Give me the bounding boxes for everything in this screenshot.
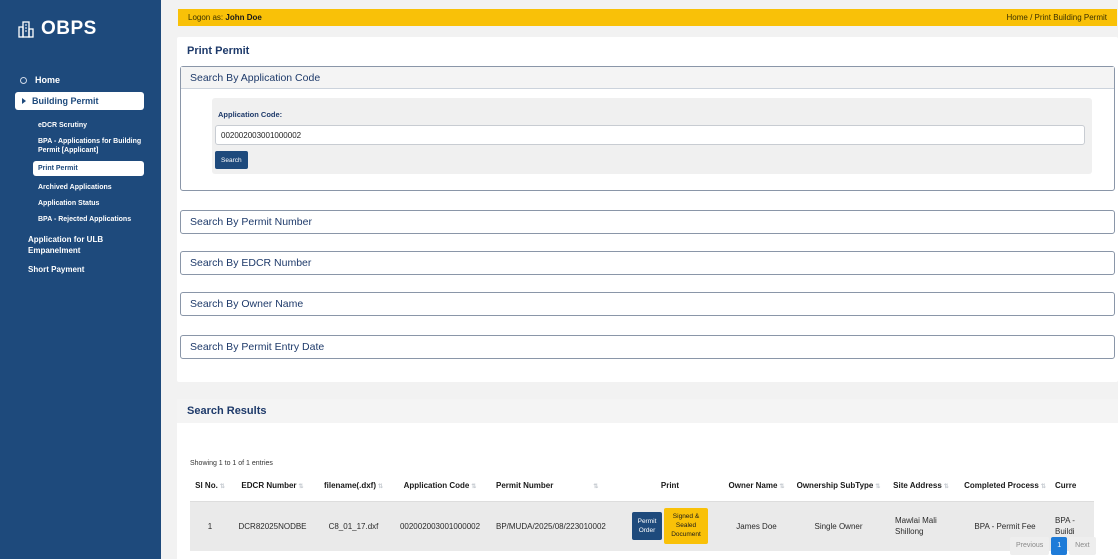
section-header-application-code[interactable]: Search By Application Code bbox=[181, 67, 1114, 89]
table-row: 1 DCR82025NODBE C8_01_17.dxf 00200200300… bbox=[190, 501, 1094, 551]
sort-icon: ⇅ bbox=[219, 484, 225, 491]
cell-owner-name: James Doe bbox=[723, 501, 790, 551]
logon-prefix: Logon as: bbox=[188, 13, 224, 22]
section-owner-name[interactable]: Search By Owner Name bbox=[180, 292, 1115, 316]
col-application-code[interactable]: Application Code ⇅ bbox=[392, 471, 488, 502]
submenu-item-archived[interactable]: Archived Applications bbox=[38, 183, 161, 192]
cell-filename: C8_01_17.dxf bbox=[315, 501, 392, 551]
next-page-button[interactable]: Next bbox=[1069, 537, 1096, 555]
section-header-permit-entry-date[interactable]: Search By Permit Entry Date bbox=[181, 336, 1114, 358]
submenu-item-print-permit[interactable]: Print Permit bbox=[33, 161, 144, 176]
cell-application-code: 002002003001000002 bbox=[392, 501, 488, 551]
col-owner-name[interactable]: Owner Name ⇅ bbox=[723, 471, 790, 502]
brand-name: OBPS bbox=[41, 18, 97, 39]
pagination: Previous 1 Next bbox=[1010, 537, 1096, 555]
page-title: Print Permit bbox=[187, 45, 250, 57]
sidebar-item-building-permit[interactable]: Building Permit bbox=[15, 92, 144, 110]
cell-permit-number: BP/MUDA/2025/08/223010002 bbox=[488, 501, 617, 551]
caret-right-icon bbox=[22, 98, 26, 104]
section-permit-entry-date[interactable]: Search By Permit Entry Date bbox=[180, 335, 1115, 359]
cell-site-address: Mawlai Mali Shillong bbox=[887, 501, 955, 551]
section-application-code: Search By Application Code Application C… bbox=[180, 66, 1115, 191]
sidebar-item-label: Building Permit bbox=[32, 96, 99, 106]
search-results-card: Search Results Showing 1 to 1 of 1 entri… bbox=[177, 399, 1118, 559]
sidebar: OBPS Home Building Permit eDCR Scrutiny … bbox=[0, 0, 161, 559]
breadcrumb[interactable]: Home / Print Building Permit bbox=[1007, 13, 1107, 22]
entries-info: Showing 1 to 1 of 1 entries bbox=[190, 460, 273, 467]
cell-ownership-subtype: Single Owner bbox=[790, 501, 887, 551]
col-completed-process[interactable]: Completed Process ⇅ bbox=[955, 471, 1055, 502]
logon-info: Logon as: John Doe bbox=[188, 13, 262, 22]
sort-icon: ⇅ bbox=[471, 484, 477, 491]
search-form: Application Code: Search bbox=[212, 98, 1092, 174]
building-icon bbox=[18, 21, 34, 38]
sidebar-nav: Home Building Permit eDCR Scrutiny BPA -… bbox=[0, 70, 161, 275]
col-filename[interactable]: filename(.dxf) ⇅ bbox=[315, 471, 392, 502]
col-current[interactable]: Curre bbox=[1055, 471, 1094, 502]
sort-icon: ⇅ bbox=[377, 484, 384, 491]
cell-sl-no: 1 bbox=[190, 501, 230, 551]
brand[interactable]: OBPS bbox=[17, 18, 97, 40]
results-table: Sl No. ⇅ EDCR Number ⇅ filename(.dxf) ⇅ App… bbox=[190, 471, 1094, 551]
section-edcr-number[interactable]: Search By EDCR Number bbox=[180, 251, 1115, 275]
sort-icon: ⇅ bbox=[593, 484, 599, 491]
col-sl-no[interactable]: Sl No. ⇅ bbox=[190, 471, 230, 502]
sidebar-item-home[interactable]: Home bbox=[0, 70, 161, 90]
submenu-item-bpa-applications[interactable]: BPA - Applications for Building Permit [… bbox=[38, 137, 148, 155]
sort-icon: ⇅ bbox=[298, 484, 304, 491]
building-permit-submenu-rest: Archived Applications Application Status… bbox=[0, 183, 161, 224]
sort-icon: ⇅ bbox=[943, 484, 949, 491]
previous-page-button[interactable]: Previous bbox=[1010, 537, 1050, 555]
permit-order-button[interactable]: Permit Order bbox=[632, 512, 662, 541]
top-bar: Logon as: John Doe Home / Print Building… bbox=[178, 9, 1117, 26]
page-1-button[interactable]: 1 bbox=[1051, 537, 1068, 555]
submenu-item-edcr-scrutiny[interactable]: eDCR Scrutiny bbox=[38, 121, 161, 130]
sidebar-item-short-payment[interactable]: Short Payment bbox=[0, 264, 161, 275]
application-code-label: Application Code: bbox=[218, 110, 283, 119]
section-header-edcr-number[interactable]: Search By EDCR Number bbox=[181, 252, 1114, 274]
logon-user: John Doe bbox=[225, 13, 262, 22]
submenu-item-status[interactable]: Application Status bbox=[38, 199, 161, 208]
building-permit-submenu: eDCR Scrutiny BPA - Applications for Bui… bbox=[0, 121, 161, 155]
results-title: Search Results bbox=[177, 399, 1118, 423]
cell-edcr-number: DCR82025NODBE bbox=[230, 501, 315, 551]
cell-print: Permit OrderSigned & Sealed Document bbox=[617, 501, 723, 551]
circle-icon bbox=[20, 76, 27, 84]
col-ownership-subtype[interactable]: Ownership SubType ⇅ bbox=[790, 471, 887, 502]
search-button[interactable]: Search bbox=[215, 151, 248, 169]
col-permit-number[interactable]: Permit Number ⇅ bbox=[488, 471, 617, 502]
col-site-address[interactable]: Site Address ⇅ bbox=[887, 471, 955, 502]
submenu-item-rejected[interactable]: BPA - Rejected Applications bbox=[38, 215, 161, 224]
application-code-input[interactable] bbox=[215, 125, 1085, 145]
section-permit-number[interactable]: Search By Permit Number bbox=[180, 210, 1115, 234]
signed-sealed-document-button[interactable]: Signed & Sealed Document bbox=[664, 508, 708, 545]
sidebar-item-label: Home bbox=[35, 75, 61, 85]
sort-icon: ⇅ bbox=[875, 484, 881, 491]
section-header-permit-number[interactable]: Search By Permit Number bbox=[181, 211, 1114, 233]
col-edcr-number[interactable]: EDCR Number ⇅ bbox=[230, 471, 315, 502]
col-print: Print bbox=[617, 471, 723, 502]
sort-icon: ⇅ bbox=[779, 484, 785, 491]
table-header-row: Sl No. ⇅ EDCR Number ⇅ filename(.dxf) ⇅ App… bbox=[190, 471, 1094, 502]
sort-icon: ⇅ bbox=[1040, 484, 1046, 491]
sidebar-item-ulb-empanelment[interactable]: Application for ULB Empanelment bbox=[0, 234, 110, 256]
section-header-owner-name[interactable]: Search By Owner Name bbox=[181, 293, 1114, 315]
print-permit-card: Print Permit Search By Application Code … bbox=[177, 37, 1118, 382]
